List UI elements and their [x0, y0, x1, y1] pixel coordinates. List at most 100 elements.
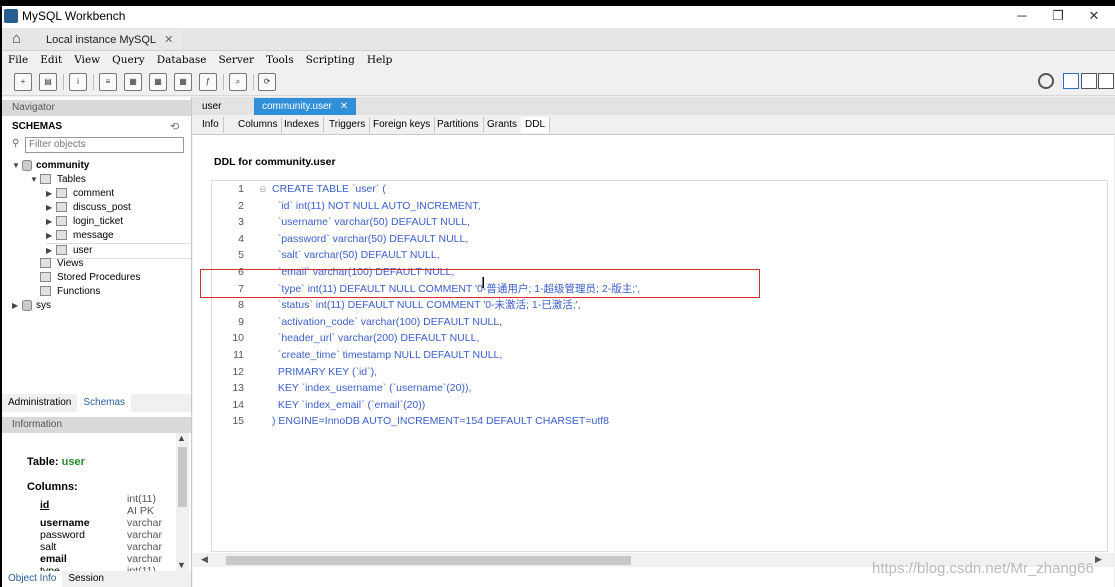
line-number: 11	[233, 349, 244, 361]
toolbar-separator	[93, 74, 94, 90]
scroll-up-icon[interactable]: ▲	[177, 433, 186, 443]
table-icon	[56, 188, 67, 199]
tables-folder-icon	[40, 174, 51, 185]
code-line: KEY `index_username` (`username`(20)),	[272, 382, 472, 395]
menu-view[interactable]: View	[68, 51, 106, 69]
tab-object-info[interactable]: Object Info	[2, 571, 63, 587]
inspector-icon[interactable]: i	[69, 73, 87, 91]
tab-partitions[interactable]: Partitions	[433, 117, 484, 133]
menu-bar: File Edit View Query Database Server Tools Scri…	[2, 51, 1115, 69]
tab-session[interactable]: Session	[62, 571, 110, 587]
close-icon[interactable]: ✕	[164, 34, 173, 46]
open-sql-script-icon[interactable]: ▤	[39, 73, 57, 91]
new-sql-tab-icon[interactable]: +	[14, 73, 32, 91]
menu-database[interactable]: Database	[151, 51, 213, 69]
maximize-button[interactable]: ❐	[1042, 8, 1074, 26]
create-procedure-icon[interactable]: ▦	[174, 73, 192, 91]
code-line: PRIMARY KEY (`id`),	[272, 365, 378, 378]
refresh-icon[interactable]: ⟲	[170, 120, 179, 133]
menu-file[interactable]: File	[2, 51, 34, 69]
tab-columns[interactable]: Columns	[234, 117, 283, 133]
table-inspector-tabs: Info Columns Indexes Triggers Foreign ke…	[192, 117, 1115, 135]
connection-tab[interactable]: Local instance MySQL ✕	[38, 30, 182, 50]
tab-triggers[interactable]: Triggers	[325, 117, 371, 133]
close-icon[interactable]: ✕	[340, 101, 348, 112]
menu-scripting[interactable]: Scripting	[300, 51, 361, 69]
tab-administration[interactable]: Administration	[2, 394, 77, 412]
scroll-down-icon[interactable]: ▼	[177, 560, 186, 570]
info-table-title: Table: user	[27, 456, 85, 468]
code-line: `password` varchar(50) DEFAULT NULL,	[272, 232, 469, 245]
text-cursor-icon: I	[481, 275, 486, 292]
functions-folder-icon	[40, 286, 51, 297]
tab-info[interactable]: Info	[198, 117, 224, 133]
tab-grants[interactable]: Grants	[483, 117, 523, 133]
minimize-button[interactable]: ─	[1006, 8, 1038, 26]
column-type: varchar	[127, 553, 163, 565]
window-title: MySQL Workbench	[22, 9, 126, 23]
menu-tools[interactable]: Tools	[260, 51, 300, 69]
table-login-ticket[interactable]: ▶ login_ticket	[46, 215, 123, 229]
code-line: `id` int(11) NOT NULL AUTO_INCREMENT,	[272, 199, 481, 212]
views-folder[interactable]: Views	[40, 257, 84, 271]
line-number: 14	[232, 398, 244, 411]
table-message[interactable]: ▶ message	[46, 229, 114, 243]
tab-schemas[interactable]: Schemas	[77, 394, 132, 412]
schema-community[interactable]: ▼ community	[12, 159, 89, 173]
menu-query[interactable]: Query	[106, 51, 151, 69]
column-type: int(11)	[127, 493, 156, 505]
column-type: varchar	[127, 517, 163, 529]
code-line: `username` varchar(50) DEFAULT NULL,	[272, 216, 471, 229]
fold-icon[interactable]: ⊖	[259, 181, 267, 198]
info-scrollbar[interactable]: ▲ ▼	[176, 433, 189, 573]
scroll-thumb[interactable]	[178, 447, 187, 507]
schemas-header: SCHEMAS	[12, 121, 63, 132]
filter-input[interactable]: Filter objects	[25, 137, 184, 153]
functions-folder[interactable]: Functions	[40, 285, 100, 299]
code-line: `header_url` varchar(200) DEFAULT NULL,	[272, 332, 480, 345]
database-icon	[22, 299, 32, 311]
column-extra: AI PK	[127, 505, 154, 517]
tables-folder[interactable]: ▼ Tables	[30, 173, 86, 187]
tab-foreign-keys[interactable]: Foreign keys	[369, 117, 436, 133]
create-table-icon[interactable]: ▦	[124, 73, 142, 91]
scroll-right-icon[interactable]: ▶	[1095, 554, 1102, 565]
create-view-icon[interactable]: ▦	[149, 73, 167, 91]
search-table-data-icon[interactable]: ⌕	[229, 73, 247, 91]
reconnect-icon[interactable]: ⟳	[258, 73, 276, 91]
connection-tab-label: Local instance MySQL	[46, 34, 157, 46]
table-discuss-post[interactable]: ▶ discuss_post	[46, 201, 131, 215]
ddl-code-editor[interactable]: 1 ⊖ CREATE TABLE `user` ( 2 `id` int(11) N…	[211, 180, 1108, 552]
information-tabs: Object Info Session	[2, 571, 191, 587]
code-line: KEY `index_email` (`email`(20))	[272, 398, 426, 411]
column-name: id	[40, 499, 50, 511]
close-button[interactable]: ✕	[1078, 8, 1110, 26]
stored-procedures-folder[interactable]: Stored Procedures	[40, 271, 140, 285]
tab-user[interactable]: user	[194, 98, 229, 115]
scroll-left-icon[interactable]: ◀	[201, 554, 208, 565]
ddl-panel: DDL for community.user 1 ⊖ CREATE TABLE `u…	[193, 135, 1114, 587]
create-schema-icon[interactable]: ≡	[99, 73, 117, 91]
tab-ddl[interactable]: DDL	[521, 117, 551, 133]
menu-help[interactable]: Help	[361, 51, 398, 69]
table-comment[interactable]: ▶ comment	[46, 187, 114, 201]
menu-edit[interactable]: Edit	[34, 51, 68, 69]
toggle-sidebar-icon[interactable]	[1063, 73, 1079, 89]
navigator-header: Navigator	[2, 100, 191, 116]
toolbar: + ▤ i ≡ ▦ ▦ ▦ ƒ ⌕ ⟳	[2, 69, 1115, 96]
toolbar-separator	[223, 74, 224, 90]
line-number: 13	[232, 382, 244, 395]
scroll-thumb[interactable]	[226, 556, 631, 565]
column-type: varchar	[127, 541, 163, 553]
schema-sys[interactable]: ▶ sys	[12, 299, 51, 313]
toolbar-separator	[63, 74, 64, 90]
line-number: 1	[238, 183, 244, 195]
menu-server[interactable]: Server	[212, 51, 260, 69]
home-icon[interactable]: ⌂	[12, 31, 28, 47]
toggle-secondary-sidebar-icon[interactable]	[1098, 73, 1114, 89]
tab-indexes[interactable]: Indexes	[280, 117, 325, 133]
tab-community-user[interactable]: community.user ✕	[254, 98, 357, 115]
settings-icon[interactable]	[1038, 73, 1054, 89]
create-function-icon[interactable]: ƒ	[199, 73, 217, 91]
toggle-output-icon[interactable]	[1081, 73, 1097, 89]
